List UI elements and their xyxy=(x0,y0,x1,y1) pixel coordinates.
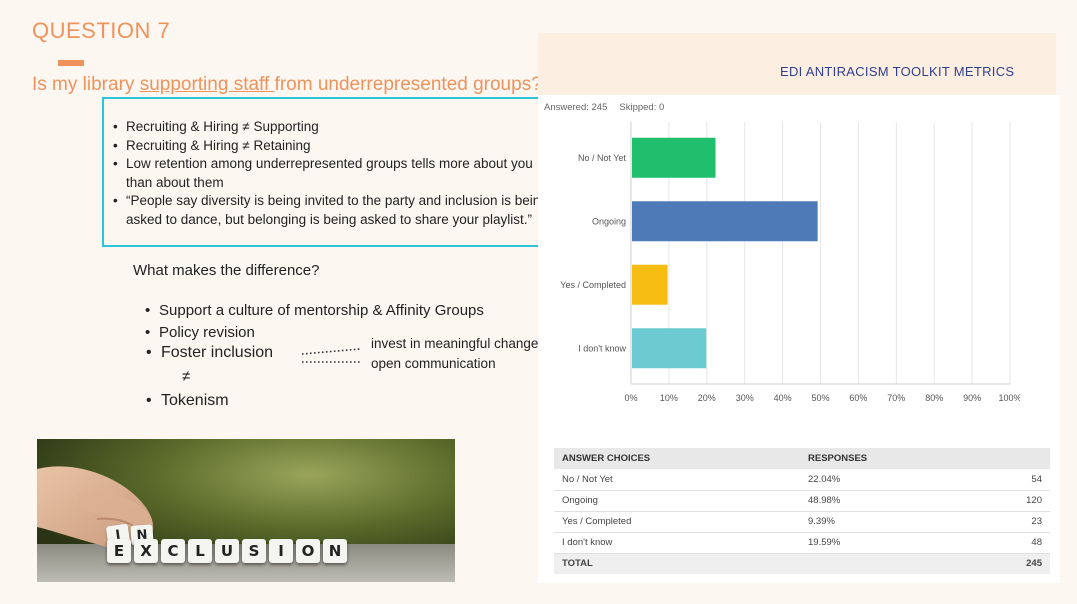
category-label: I don't know xyxy=(578,343,626,353)
tokenism-label: Tokenism xyxy=(161,392,229,409)
response-count: 120 xyxy=(940,490,1050,512)
foster-note: open communication xyxy=(371,356,496,371)
table-row: I don't know 19.59% 48 xyxy=(554,532,1050,554)
question-prefix: Is my library xyxy=(32,74,140,95)
not-equal-sign: ≠ xyxy=(182,368,191,385)
category-label: No / Not Yet xyxy=(578,153,627,163)
foster-inclusion-item: • Foster inclusion xyxy=(146,344,274,361)
skipped-count: Skipped: 0 xyxy=(619,102,665,113)
x-tick-label: 0% xyxy=(624,393,637,403)
question-number: QUESTION 7 xyxy=(32,18,171,43)
x-tick-label: 40% xyxy=(774,393,792,403)
table-row: Yes / Completed 9.39% 23 xyxy=(554,511,1050,533)
response-stats: Answered: 245 Skipped: 0 xyxy=(544,102,664,113)
category-label: Yes / Completed xyxy=(560,280,626,290)
key-points-list: Recruiting & Hiring ≠ Supporting Recruit… xyxy=(108,118,560,229)
key-point: Recruiting & Hiring ≠ Supporting xyxy=(108,118,560,137)
response-count: 23 xyxy=(940,511,1050,533)
category-label: Ongoing xyxy=(592,216,626,226)
x-tick-label: 90% xyxy=(963,393,981,403)
die: E xyxy=(107,539,131,563)
response-count: 54 xyxy=(940,469,1050,491)
die: S xyxy=(242,539,266,563)
table-total-row: TOTAL 245 xyxy=(554,553,1050,574)
response-count: 48 xyxy=(940,532,1050,554)
x-tick-label: 50% xyxy=(811,393,829,403)
x-tick-label: 60% xyxy=(849,393,867,403)
answer-choice: I don't know xyxy=(554,532,800,554)
response-percent: 9.39% xyxy=(800,511,940,533)
key-point: “People say diversity is being invited t… xyxy=(108,192,560,229)
answer-choice: Yes / Completed xyxy=(554,511,800,533)
x-tick-label: 100% xyxy=(998,393,1020,403)
key-point: Recruiting & Hiring ≠ Retaining xyxy=(108,137,560,156)
answered-count: Answered: 245 xyxy=(544,102,608,113)
answer-choice: Ongoing xyxy=(554,490,800,512)
tokenism-item: • Tokenism xyxy=(146,392,229,409)
difference-item: Support a culture of mentorship & Affini… xyxy=(145,300,484,322)
die: U xyxy=(215,539,239,563)
die: I xyxy=(269,539,293,563)
x-tick-label: 10% xyxy=(660,393,678,403)
bar xyxy=(632,137,716,178)
foster-inclusion-label: Foster inclusion xyxy=(161,344,274,361)
die: N xyxy=(323,539,347,563)
exclusion-dice-photo: I N E X C L U S I O N xyxy=(37,439,455,582)
response-percent: 22.04% xyxy=(800,469,940,491)
table-header: RESPONSES xyxy=(800,448,940,469)
answer-choice: No / Not Yet xyxy=(554,469,800,491)
survey-title: EDI ANTIRACISM TOOLKIT METRICS xyxy=(780,64,1015,79)
total-value: 245 xyxy=(940,553,1050,574)
table-header: ANSWER CHOICES xyxy=(554,448,800,469)
question-suffix: from underrepresented groups? xyxy=(274,74,542,95)
response-percent: 19.59% xyxy=(800,532,940,554)
dotted-connector xyxy=(301,348,361,363)
results-table: ANSWER CHOICES RESPONSES No / Not Yet 22… xyxy=(554,448,1050,574)
x-tick-label: 20% xyxy=(698,393,716,403)
dice-row-bottom: E X C L U S I O N xyxy=(107,539,347,563)
accent-dash xyxy=(58,60,84,66)
die: O xyxy=(296,539,320,563)
difference-heading: What makes the difference? xyxy=(133,262,320,279)
x-tick-label: 80% xyxy=(925,393,943,403)
bar xyxy=(632,201,818,242)
table-header xyxy=(940,448,1050,469)
table-header-row: ANSWER CHOICES RESPONSES xyxy=(554,448,1050,469)
question-underlined: supporting staff xyxy=(139,74,275,95)
x-tick-label: 70% xyxy=(887,393,905,403)
key-point: Low retention among underrepresented gro… xyxy=(108,155,560,192)
results-bar-chart: 0% 10% 20% 30% 40% 50% 60% 70% 80% 90% 100% No / No… xyxy=(560,122,1020,403)
die: C xyxy=(161,539,185,563)
bar xyxy=(632,264,668,305)
table-row: No / Not Yet 22.04% 54 xyxy=(554,469,1050,491)
total-label: TOTAL xyxy=(554,553,800,574)
table-row: Ongoing 48.98% 120 xyxy=(554,490,1050,512)
question-text: Is my library supporting staff from unde… xyxy=(32,72,552,98)
die: X xyxy=(134,539,158,563)
response-percent: 48.98% xyxy=(800,490,940,512)
x-tick-label: 30% xyxy=(736,393,754,403)
die: L xyxy=(188,539,212,563)
foster-note: invest in meaningful change xyxy=(371,336,539,351)
bar xyxy=(632,328,707,369)
